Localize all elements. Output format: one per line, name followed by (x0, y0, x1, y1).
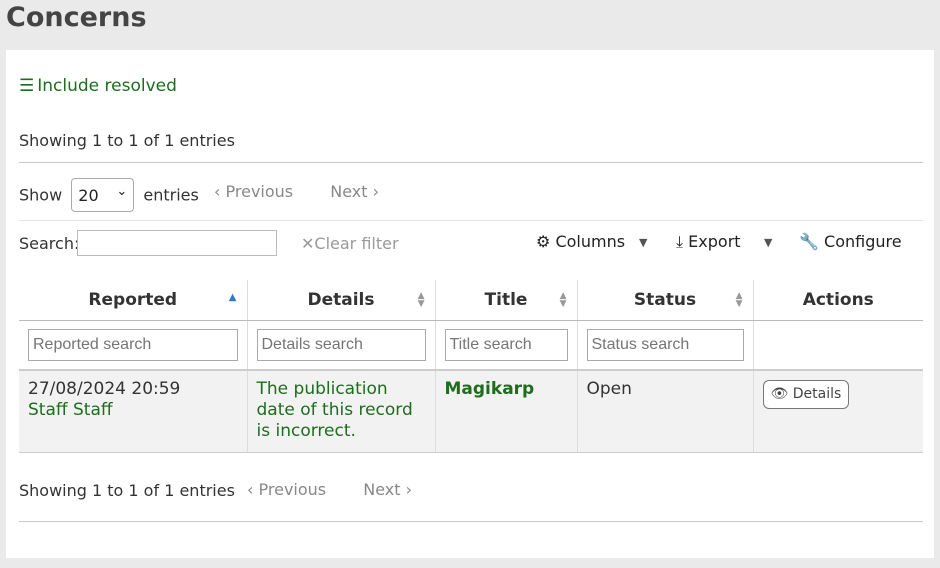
chevron-right-icon: › (372, 182, 379, 201)
clear-filter-label: Clear filter (314, 234, 399, 253)
reporter-link[interactable]: Staff Staff (28, 400, 238, 421)
chevron-right-icon: › (405, 480, 412, 499)
details-search-input[interactable] (256, 328, 426, 361)
header-label: Title (484, 289, 528, 310)
page-title: Concerns (6, 2, 147, 33)
wrench-icon: 🔧 (799, 232, 819, 251)
divider (19, 220, 923, 221)
pagination-bottom: ‹ Previous Next › (247, 480, 412, 499)
next-label: Next (330, 182, 368, 201)
header-label: Reported (88, 289, 178, 310)
reported-search-input[interactable] (28, 328, 238, 361)
title-search-input[interactable] (444, 328, 568, 361)
column-header-details[interactable]: Details ▲ ▼ (246, 280, 435, 321)
column-header-reported[interactable]: Reported ▲ (19, 280, 247, 321)
page-length-control: Show 20 ⌄ entries (19, 178, 199, 212)
previous-label: Previous (258, 480, 327, 499)
next-page-button[interactable]: Next › (363, 480, 412, 499)
pagination-top: ‹ Previous Next › (214, 182, 379, 201)
sort-icon: ▲ ▼ (417, 291, 425, 309)
sort-icon: ▲ ▼ (559, 291, 567, 309)
search-input[interactable] (77, 230, 277, 256)
bars-icon: ☰ (19, 76, 35, 96)
table-row: 27/08/2024 20:59 Staff Staff The publica… (19, 370, 923, 453)
export-button[interactable]: ⤓ Export ▼ (676, 232, 772, 252)
column-header-actions: Actions (752, 280, 923, 321)
chevron-left-icon: ‹ (247, 480, 254, 499)
eye-icon: 👁 (770, 386, 789, 402)
sort-asc-icon: ▲ (228, 292, 237, 303)
next-label: Next (363, 480, 401, 499)
length-suffix: entries (143, 185, 199, 205)
table-info-bottom: Showing 1 to 1 of 1 entries (19, 481, 235, 500)
concerns-table: Reported ▲ Details ▲ ▼ Title ▲ ▼ Status ▲ ▼ Act… (19, 280, 923, 453)
include-resolved-toggle[interactable]: ☰ Include resolved (19, 76, 177, 96)
clear-filter-button[interactable]: ✕Clear filter (301, 234, 399, 253)
sort-icon: ▲ ▼ (735, 291, 743, 309)
previous-label: Previous (225, 182, 294, 201)
reported-date: 27/08/2024 20:59 (28, 379, 181, 399)
title-link[interactable]: Magikarp (445, 379, 535, 399)
chevron-down-icon: ⌄ (116, 184, 128, 199)
chevron-left-icon: ‹ (214, 182, 221, 201)
concerns-panel: ☰ Include resolved Showing 1 to 1 of 1 en… (6, 50, 934, 558)
close-icon: ✕ (301, 234, 315, 253)
previous-page-button[interactable]: ‹ Previous (247, 480, 326, 499)
details-text: The publication date of this record is i… (256, 379, 413, 441)
next-page-button[interactable]: Next › (330, 182, 379, 201)
divider (19, 521, 923, 522)
configure-label: Configure (824, 232, 902, 251)
details-button[interactable]: 👁 Details (762, 380, 850, 409)
include-resolved-label: Include resolved (37, 76, 177, 96)
gear-icon: ⚙ (536, 232, 551, 251)
header-label: Actions (802, 289, 874, 310)
download-icon: ⤓ (676, 232, 684, 251)
column-header-status[interactable]: Status ▲ ▼ (576, 280, 753, 321)
table-info-top: Showing 1 to 1 of 1 entries (19, 131, 235, 150)
divider (19, 162, 923, 163)
length-prefix: Show (19, 185, 63, 205)
search-label: Search: (19, 234, 80, 253)
page-length-value: 20 (78, 186, 99, 205)
status-search-input[interactable] (586, 328, 744, 361)
status-text: Open (586, 379, 632, 399)
header-label: Details (307, 289, 375, 310)
page-length-select[interactable]: 20 ⌄ (71, 178, 135, 212)
caret-down-icon: ▼ (764, 236, 773, 249)
columns-label: Columns (555, 232, 626, 251)
configure-button[interactable]: 🔧 Configure (799, 232, 902, 251)
search-toolbar: Search: ✕Clear filter ⚙ Columns ▼ ⤓ Expo… (19, 230, 923, 262)
header-label: Status (633, 289, 697, 310)
caret-down-icon: ▼ (639, 236, 648, 249)
columns-button[interactable]: ⚙ Columns ▼ (536, 232, 647, 251)
export-label: Export (688, 232, 741, 251)
column-header-title[interactable]: Title ▲ ▼ (434, 280, 577, 321)
details-button-label: Details (792, 386, 842, 402)
empty-filter-cell (752, 320, 923, 371)
previous-page-button[interactable]: ‹ Previous (214, 182, 293, 201)
